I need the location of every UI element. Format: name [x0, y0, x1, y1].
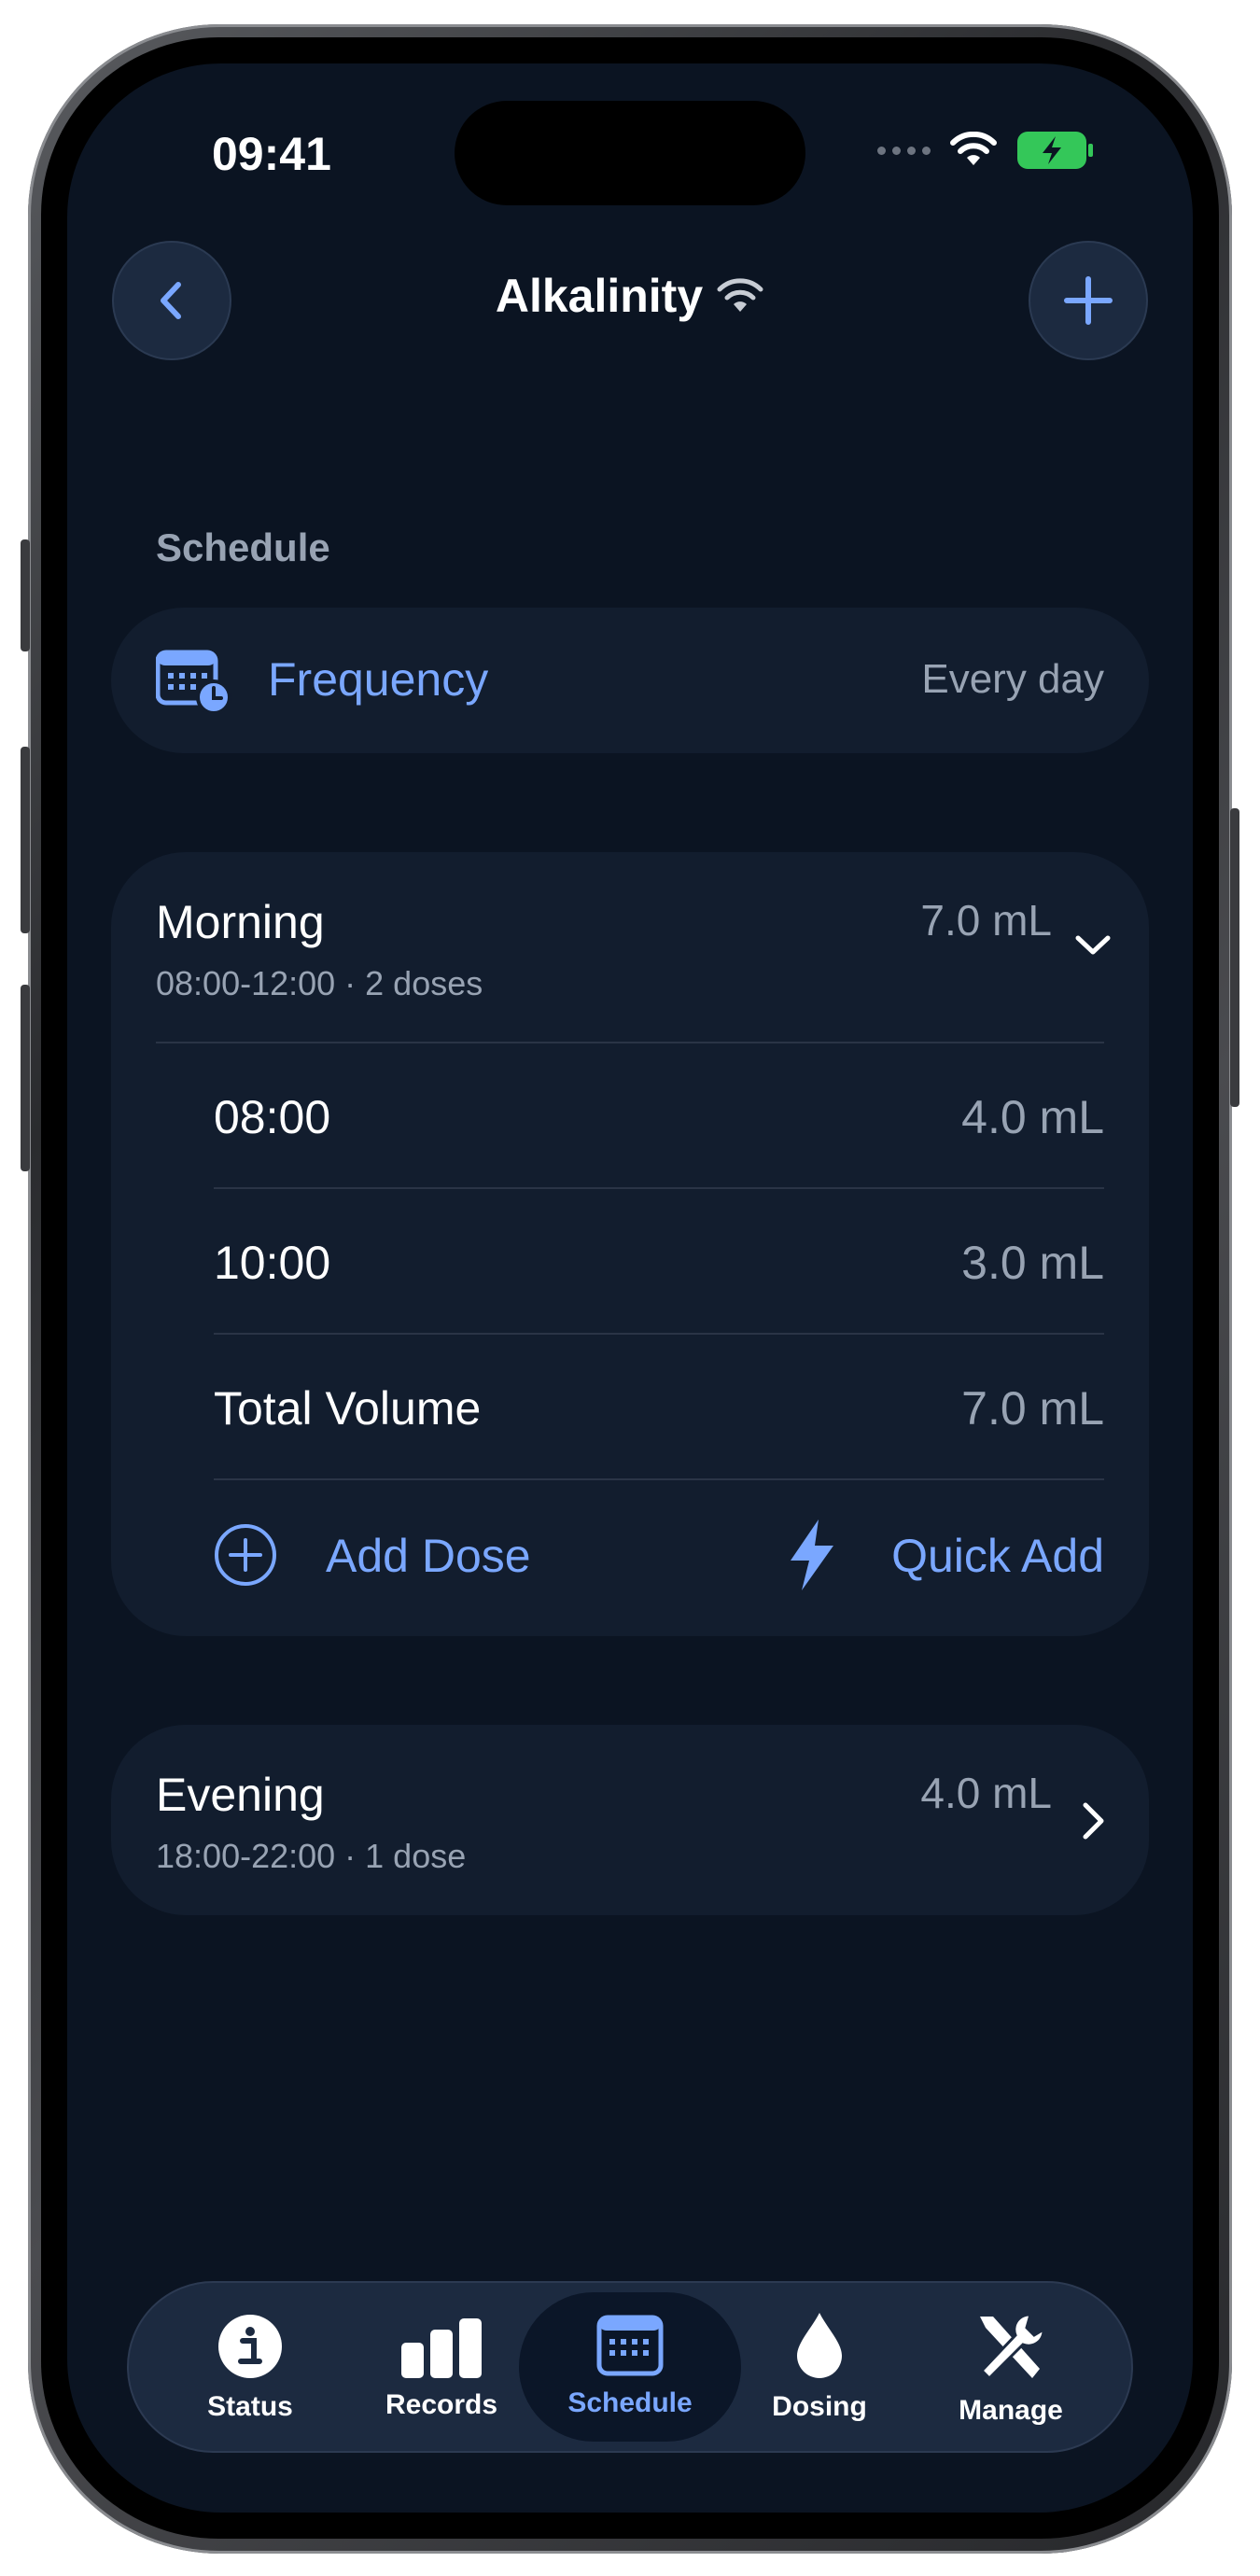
total-volume-row: Total Volume 7.0 mL	[214, 1335, 1104, 1478]
frequency-value: Every day	[921, 656, 1104, 702]
info-icon	[218, 2315, 282, 2378]
frequency-label: Frequency	[268, 653, 489, 706]
calendar-clock-icon	[156, 650, 231, 714]
battery-icon	[1017, 132, 1093, 169]
dynamic-island	[455, 101, 805, 205]
wifi-connected-icon	[717, 278, 763, 312]
tab-label: Status	[207, 2391, 293, 2422]
add-dose-label: Add Dose	[326, 1530, 531, 1582]
action-button	[21, 539, 30, 651]
evening-period-card[interactable]: Evening 18:00-22:00 · 1 dose 4.0 mL	[111, 1725, 1149, 1915]
volume-up-button	[21, 747, 30, 933]
app-screen: 09:41 Alkalinity Schedule Frequency Ever…	[67, 63, 1193, 2513]
tab-label: Schedule	[567, 2387, 693, 2418]
dose-row[interactable]: 10:00 3.0 mL	[214, 1189, 1104, 1333]
quick-add-label: Quick Add	[891, 1530, 1104, 1582]
quick-add-button[interactable]: Quick Add	[785, 1480, 1104, 1630]
drop-icon	[797, 2313, 842, 2378]
add-button[interactable]	[1029, 241, 1148, 360]
morning-period-card: Morning 08:00-12:00 · 2 doses 7.0 mL 08:…	[111, 852, 1149, 1636]
tab-dosing[interactable]: Dosing	[726, 2283, 913, 2451]
volume-down-button	[21, 985, 30, 1171]
period-name: Evening	[156, 1769, 325, 1821]
period-subtitle: 18:00-22:00 · 1 dose	[156, 1837, 467, 1875]
chevron-down-icon	[1075, 935, 1111, 955]
page-title-group: Alkalinity	[67, 269, 1193, 323]
dose-time: 08:00	[214, 1091, 331, 1143]
wifi-icon	[950, 132, 997, 165]
dose-time: 10:00	[214, 1237, 331, 1289]
tab-label: Records	[385, 2389, 498, 2420]
tools-icon	[979, 2313, 1045, 2381]
tab-label: Dosing	[772, 2391, 867, 2422]
dose-volume: 3.0 mL	[961, 1237, 1104, 1289]
status-indicators	[877, 131, 1095, 170]
period-total: 7.0 mL	[920, 896, 1052, 945]
status-time: 09:41	[212, 128, 331, 180]
tab-manage[interactable]: Manage	[917, 2283, 1104, 2451]
total-volume-label: Total Volume	[214, 1382, 482, 1435]
calendar-icon	[596, 2315, 664, 2376]
chevron-right-icon	[1083, 1802, 1104, 1840]
signal-dots-icon	[877, 146, 931, 155]
tab-label: Manage	[959, 2395, 1063, 2426]
plus-circle-icon	[215, 1524, 276, 1586]
morning-period-header[interactable]: Morning 08:00-12:00 · 2 doses 7.0 mL	[111, 852, 1149, 1039]
period-name: Morning	[156, 896, 325, 948]
side-button	[1230, 808, 1239, 1107]
tab-bar: Status Records Schedule Dosing Manage	[127, 2281, 1133, 2453]
dose-row[interactable]: 08:00 4.0 mL	[214, 1043, 1104, 1187]
page-title: Alkalinity	[495, 270, 704, 322]
dose-volume: 4.0 mL	[961, 1091, 1104, 1143]
section-label-schedule: Schedule	[156, 525, 330, 569]
bolt-icon	[791, 1519, 833, 1590]
tab-status[interactable]: Status	[157, 2283, 343, 2451]
total-volume-value: 7.0 mL	[961, 1382, 1104, 1435]
tab-records[interactable]: Records	[348, 2283, 535, 2451]
tab-schedule[interactable]: Schedule	[537, 2283, 723, 2451]
period-subtitle: 08:00-12:00 · 2 doses	[156, 964, 483, 1002]
frequency-row[interactable]: Frequency Every day	[111, 608, 1149, 753]
bar-chart-icon	[401, 2318, 482, 2378]
plus-icon	[1064, 276, 1113, 325]
add-dose-button[interactable]: Add Dose	[214, 1480, 550, 1630]
period-total: 4.0 mL	[920, 1769, 1052, 1817]
